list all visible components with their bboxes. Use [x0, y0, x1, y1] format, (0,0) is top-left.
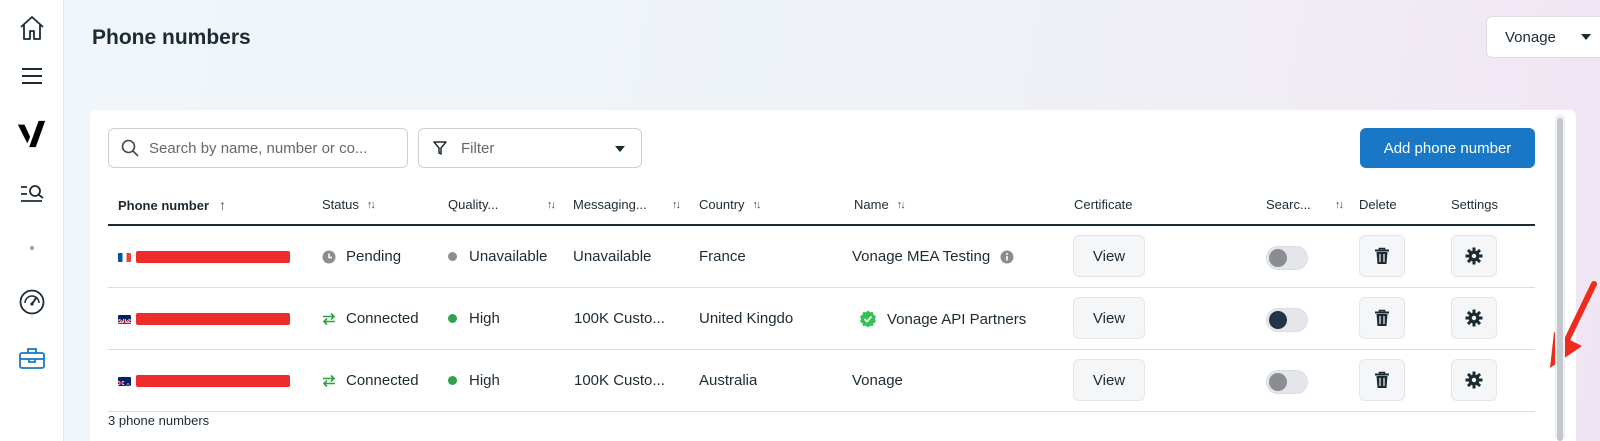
filter-funnel-icon — [433, 141, 447, 155]
add-phone-number-button[interactable]: Add phone number — [1360, 128, 1535, 168]
column-header-status[interactable]: Status ↑↓ — [322, 197, 376, 212]
home-icon[interactable] — [16, 12, 48, 44]
sort-icon: ↑↓ — [366, 198, 376, 211]
quality-cell: Unavailable — [448, 248, 547, 265]
column-header-settings: Settings — [1451, 197, 1498, 212]
filter-dropdown[interactable]: Filter — [418, 128, 642, 168]
name-cell: Vonage API Partners — [859, 310, 1026, 328]
column-header-name[interactable]: Name ↑↓ — [854, 197, 906, 212]
dashboard-gauge-icon[interactable] — [16, 286, 48, 318]
status-cell: Pending — [322, 248, 401, 265]
search-icon — [121, 139, 139, 157]
delete-button[interactable] — [1359, 235, 1405, 277]
column-header-country[interactable]: Country ↑↓ — [699, 197, 762, 212]
gear-icon — [1465, 309, 1483, 327]
trash-icon — [1375, 247, 1389, 264]
messaging-cell: 100K Custo... — [574, 372, 665, 389]
sort-ascending-icon: ↑ — [219, 197, 227, 213]
page-title: Phone numbers — [92, 26, 251, 49]
messaging-cell: Unavailable — [573, 248, 652, 265]
messaging-cell: 100K Custo... — [574, 310, 665, 327]
redacted-phone-number — [136, 251, 290, 263]
phone-number-count: 3 phone numbers — [108, 413, 210, 428]
table-row: Connected High 100K Custo... United King… — [108, 288, 1535, 350]
column-header-messaging[interactable]: Messaging... ↑↓ — [573, 197, 681, 212]
quality-dot — [448, 376, 457, 385]
info-icon[interactable] — [1000, 250, 1014, 264]
annotation-arrow — [1550, 281, 1597, 368]
sort-icon: ↑↓ — [752, 198, 762, 211]
delete-button[interactable] — [1359, 297, 1405, 339]
column-header-quality[interactable]: Quality... ↑↓ — [448, 197, 556, 212]
table-header: Phone number ↑ Status ↑↓ Quality... ↑↓ Mes… — [108, 182, 1535, 226]
table-row: Pending Unavailable Unavailable France V… — [108, 226, 1535, 288]
status-cell: Connected — [322, 310, 419, 327]
vonage-logo-icon[interactable] — [16, 118, 48, 150]
view-certificate-button[interactable]: View — [1073, 235, 1145, 277]
searchable-toggle[interactable] — [1266, 308, 1308, 332]
gear-icon — [1465, 371, 1483, 389]
view-certificate-button[interactable]: View — [1073, 297, 1145, 339]
caret-down-icon — [1581, 34, 1591, 40]
searchable-toggle[interactable] — [1266, 246, 1308, 270]
toolbox-icon[interactable] — [16, 342, 48, 374]
settings-button[interactable] — [1451, 297, 1497, 339]
sort-icon: ↑↓ — [672, 198, 681, 211]
country-cell: Australia — [699, 372, 758, 389]
quality-cell: High — [448, 310, 500, 327]
sync-arrows-icon — [322, 374, 336, 387]
sync-arrows-icon — [322, 312, 336, 325]
settings-button[interactable] — [1451, 359, 1497, 401]
sort-icon: ↑↓ — [547, 198, 556, 211]
left-nav-rail — [0, 0, 64, 441]
redacted-phone-number — [136, 313, 290, 325]
verified-check-icon — [860, 310, 876, 328]
trash-icon — [1375, 309, 1389, 326]
country-cell: France — [699, 248, 746, 265]
toggle-knob — [1269, 373, 1287, 391]
australia-flag-icon — [118, 377, 131, 386]
search-box[interactable] — [108, 128, 408, 168]
search-list-icon[interactable] — [16, 178, 48, 210]
settings-button[interactable] — [1451, 235, 1497, 277]
gear-icon — [1465, 247, 1483, 265]
account-selector[interactable]: Vonage — [1486, 16, 1600, 58]
scrollbar-thumb[interactable] — [1557, 118, 1563, 441]
quality-dot — [448, 252, 457, 261]
name-cell: Vonage MEA Testing — [852, 248, 1014, 265]
quality-cell: High — [448, 372, 500, 389]
search-input[interactable] — [149, 139, 394, 157]
column-header-searchable[interactable]: Searc... ↑↓ — [1266, 197, 1344, 212]
status-cell: Connected — [322, 372, 419, 389]
france-flag-icon — [118, 253, 131, 262]
rail-separator-dot — [30, 246, 34, 250]
clock-icon — [322, 250, 336, 263]
menu-icon[interactable] — [16, 60, 48, 92]
main-content: Phone numbers Vonage Filter Add phone nu… — [64, 0, 1600, 441]
column-header-delete: Delete — [1359, 197, 1397, 212]
quality-dot — [448, 314, 457, 323]
view-certificate-button[interactable]: View — [1073, 359, 1145, 401]
column-header-certificate: Certificate — [1074, 197, 1133, 212]
redacted-phone-number — [136, 375, 290, 387]
phone-numbers-table: Phone number ↑ Status ↑↓ Quality... ↑↓ Mes… — [108, 182, 1535, 412]
caret-down-icon — [615, 146, 625, 152]
sort-icon: ↑↓ — [1335, 198, 1344, 211]
country-cell: United Kingdo — [699, 310, 794, 327]
delete-button[interactable] — [1359, 359, 1405, 401]
table-row: Connected High 100K Custo... Australia V… — [108, 350, 1535, 412]
uk-flag-icon — [118, 315, 131, 324]
name-cell: Vonage — [852, 372, 903, 389]
filter-label: Filter — [461, 139, 495, 157]
searchable-toggle[interactable] — [1266, 370, 1308, 394]
toggle-knob — [1269, 249, 1287, 267]
trash-icon — [1375, 371, 1389, 388]
sort-icon: ↑↓ — [896, 198, 906, 211]
column-header-phone-number[interactable]: Phone number ↑ — [118, 197, 226, 213]
phone-numbers-card: Filter Add phone number Phone number ↑ S… — [90, 110, 1576, 441]
toggle-knob — [1269, 311, 1287, 329]
account-name: Vonage — [1505, 28, 1556, 46]
